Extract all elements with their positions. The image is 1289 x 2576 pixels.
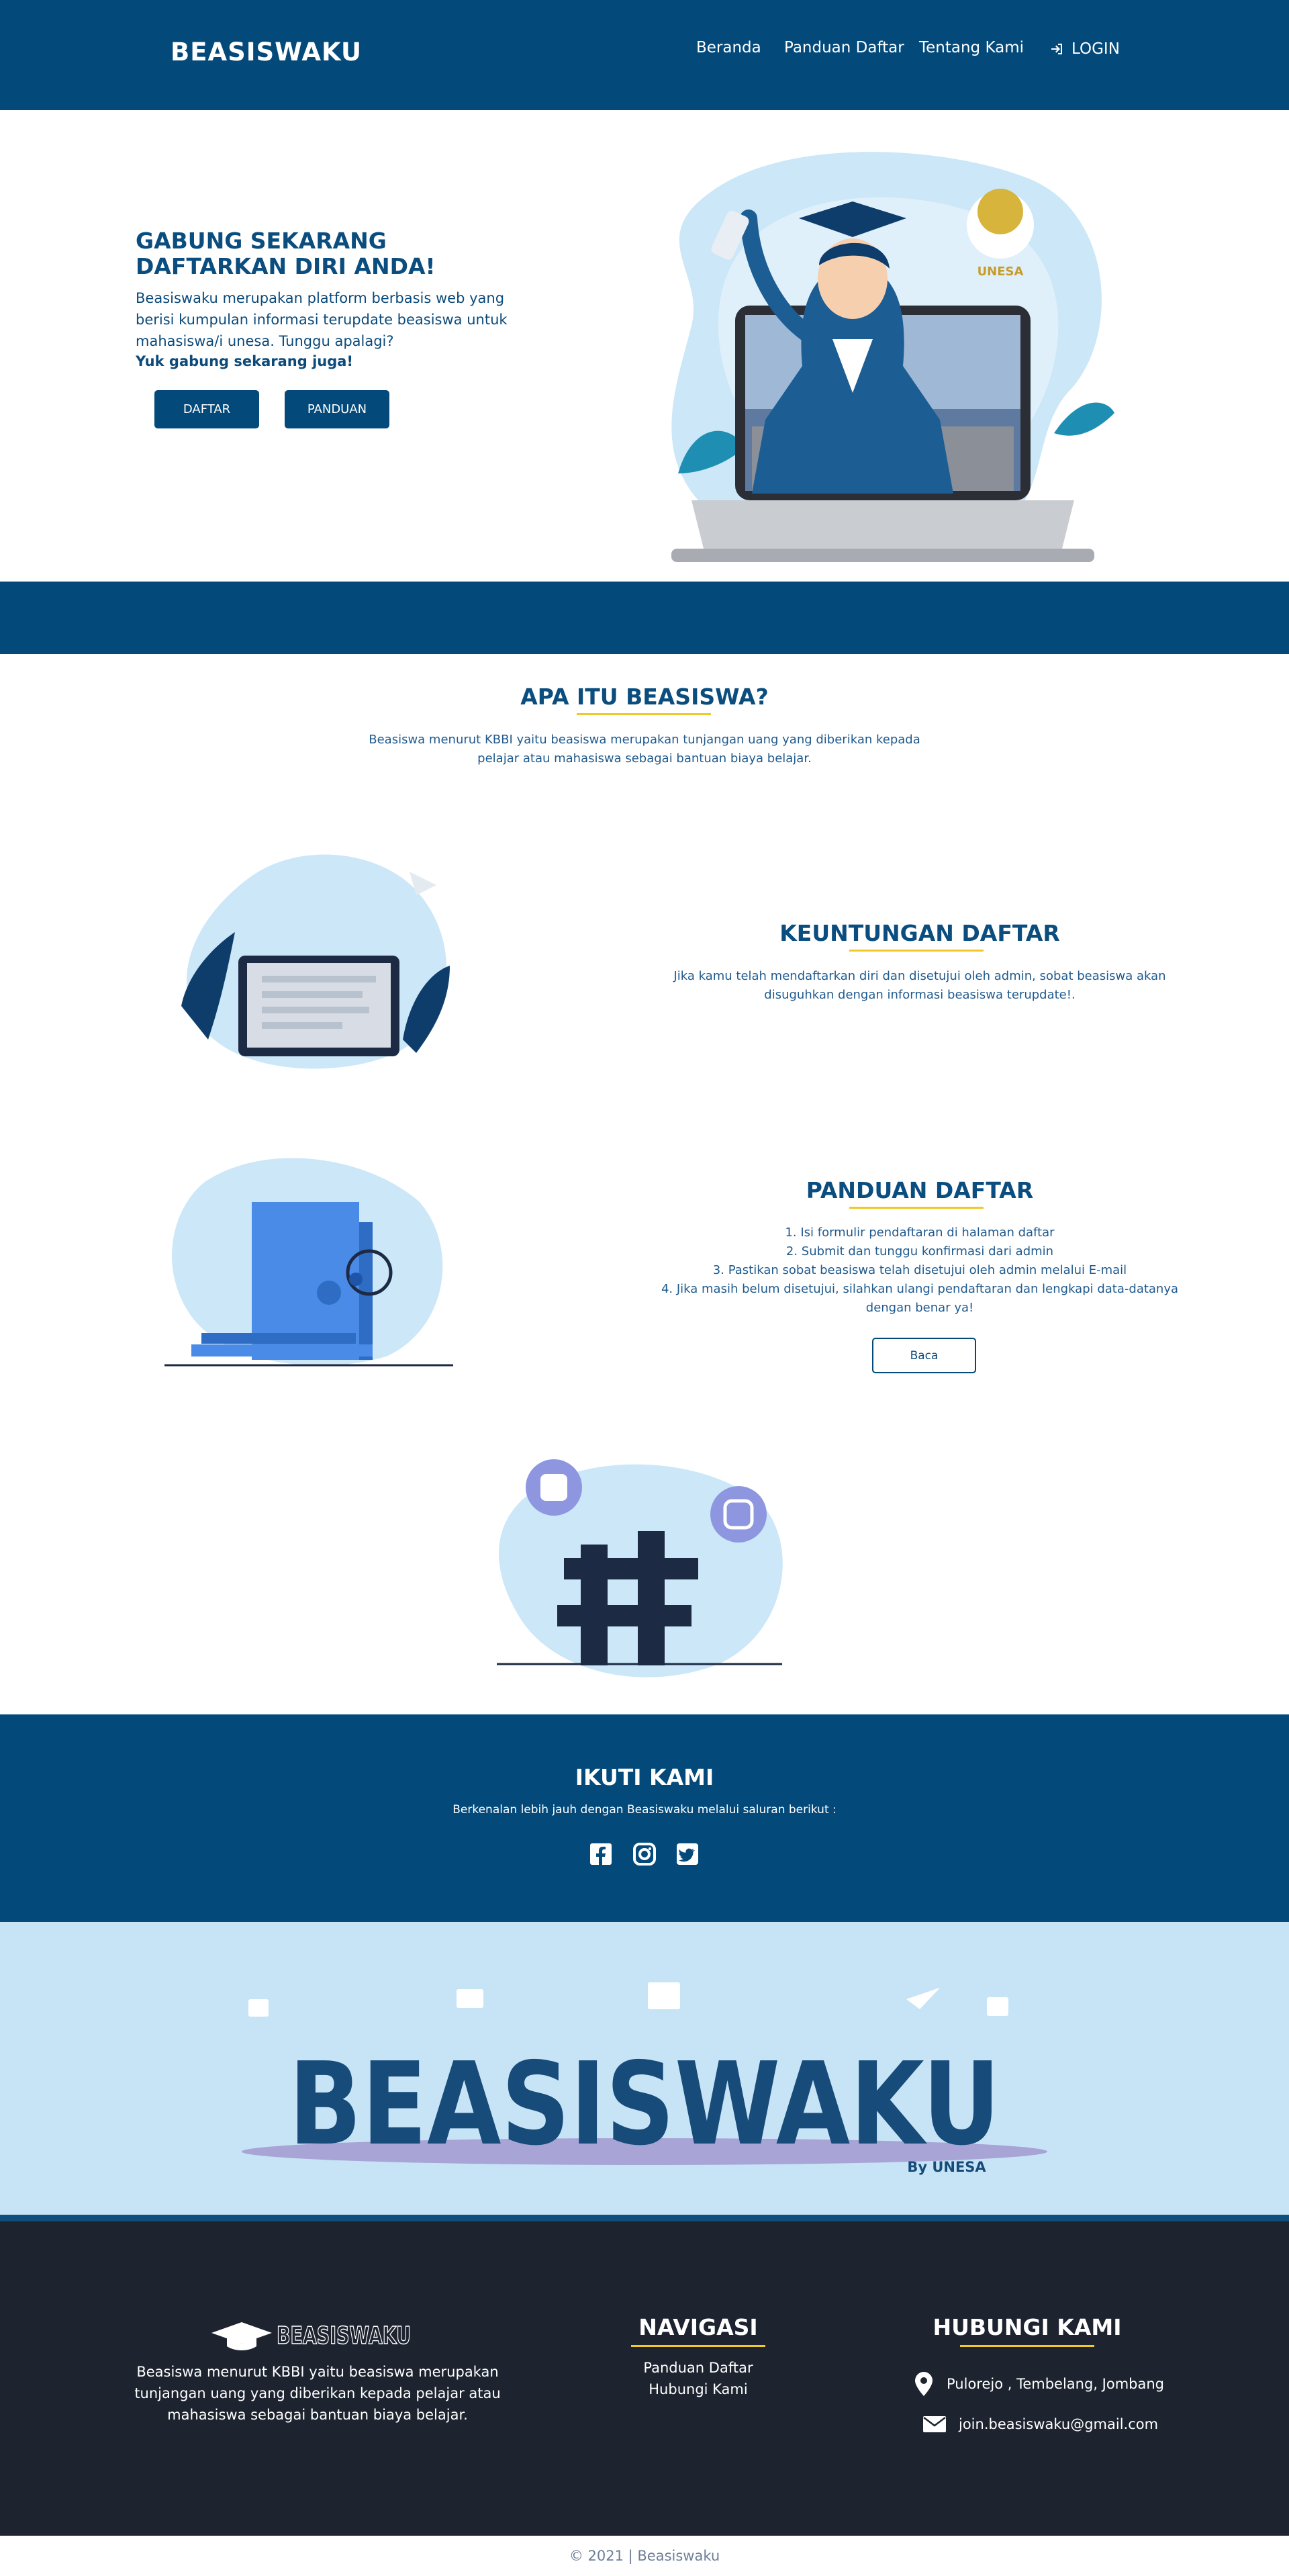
footer-contact-title: HUBUNGI KAMI <box>933 2314 1122 2340</box>
twitter-icon[interactable] <box>675 1842 700 1866</box>
unesa-badge: UNESA <box>977 265 1024 279</box>
hero-illustration: UNESA <box>671 152 1114 562</box>
guide-button[interactable]: PANDUAN <box>285 390 389 428</box>
location-pin-icon <box>915 2372 933 2396</box>
facebook-icon[interactable] <box>589 1842 613 1866</box>
guide-illustration <box>164 1158 453 1367</box>
guide-title-underline <box>849 1207 984 1209</box>
follow-text: Berkenalan lebih jauh dengan Beasiswaku … <box>452 1803 837 1816</box>
footer-address: Pulorejo , Tembelang, Jombang <box>947 2376 1165 2392</box>
footer-logo-text: BEASISWAKU <box>277 2322 411 2350</box>
guide-step: dengan benar ya! <box>865 1301 974 1315</box>
social-illustration <box>497 1459 783 1677</box>
follow-title: IKUTI KAMI <box>575 1764 714 1790</box>
follow-section: IKUTI KAMI Berkenalan lebih jauh dengan … <box>0 1714 1289 1922</box>
footer-logo: BEASISWAKU <box>211 2321 412 2350</box>
guide-title: PANDUAN DAFTAR <box>806 1177 1034 1203</box>
about-title-underline <box>577 713 711 715</box>
footer-nav-title: NAVIGASI <box>638 2314 758 2340</box>
envelope-icon <box>923 2416 946 2432</box>
footer: BEASISWAKU Beasiswa menurut KBBI yaitu b… <box>0 2221 1289 2536</box>
hero-title-line2: DAFTARKAN DIRI ANDA! <box>136 253 436 279</box>
benefits-title: KEUNTUNGAN DAFTAR <box>779 920 1060 946</box>
banner-by-unesa: By UNESA <box>907 2159 986 2175</box>
footer-about: Beasiswa menurut KBBI yaitu beasiswa mer… <box>134 2364 501 2423</box>
guide-step: 4. Jika masih belum disetujui, silahkan … <box>661 1282 1179 1296</box>
guide-step: 2. Submit dan tunggu konfirmasi dari adm… <box>785 1244 1054 1258</box>
banner-wordmark: BEASISWAKU <box>289 2038 1000 2171</box>
guide-steps: 1. Isi formulir pendaftaran di halaman d… <box>651 1224 1188 1318</box>
facebook-bubble-icon <box>540 1474 567 1501</box>
footer-nav-underline <box>631 2345 765 2347</box>
banner-illustration: BEASISWAKU By UNESA <box>242 1982 1047 2175</box>
nav-tentang-kami[interactable]: Tentang Kami <box>919 39 1024 56</box>
banner-divider <box>0 2215 1289 2221</box>
footer-email[interactable]: join.beasiswaku@gmail.com <box>959 2413 1158 2435</box>
benefits-illustration <box>181 854 450 1069</box>
copyright: © 2021 | Beasiswaku <box>0 2536 1289 2576</box>
footer-nav-list: Panduan Daftar Hubungi Kami <box>591 2357 806 2400</box>
nav-beranda[interactable]: Beranda <box>696 39 761 56</box>
login-link[interactable]: LOGIN <box>1050 40 1120 58</box>
hero-title-line1: GABUNG SEKARANG <box>136 228 387 254</box>
read-button[interactable]: Baca <box>872 1338 976 1373</box>
blue-band <box>0 582 1289 654</box>
hero-title: GABUNG SEKARANG DAFTARKAN DIRI ANDA! <box>136 228 436 279</box>
footer-link-hubungi-kami[interactable]: Hubungi Kami <box>591 2379 806 2400</box>
hero-description: Beasiswaku merupakan platform berbasis w… <box>136 290 508 349</box>
guide-step: 1. Isi formulir pendaftaran di halaman d… <box>785 1226 1055 1240</box>
instagram-icon[interactable] <box>632 1842 657 1866</box>
nav-panduan-daftar[interactable]: Panduan Daftar <box>784 39 904 56</box>
guide-step: 3. Pastikan sobat beasiswa telah disetuj… <box>712 1263 1127 1277</box>
hero-cta-text: Yuk gabung sekarang juga! <box>136 353 354 369</box>
login-icon <box>1051 44 1062 54</box>
page: BEASISWAKU Beranda Panduan Daftar Tentan… <box>0 0 1289 2576</box>
navbar: BEASISWAKU Beranda Panduan Daftar Tentan… <box>0 0 1289 110</box>
brand-logo[interactable]: BEASISWAKU <box>171 38 362 66</box>
login-label: LOGIN <box>1071 40 1120 58</box>
register-button[interactable]: DAFTAR <box>154 390 259 428</box>
about-title: APA ITU BEASISWA? <box>520 684 769 710</box>
footer-link-panduan-daftar[interactable]: Panduan Daftar <box>591 2357 806 2379</box>
benefits-text: Jika kamu telah mendaftarkan diri dan di… <box>673 969 1166 1002</box>
footer-contact-underline <box>960 2345 1094 2347</box>
benefits-title-underline <box>849 950 984 952</box>
about-text: Beasiswa menurut KBBI yaitu beasiswa mer… <box>369 733 920 766</box>
brand-banner: BEASISWAKU By UNESA <box>0 1922 1289 2215</box>
